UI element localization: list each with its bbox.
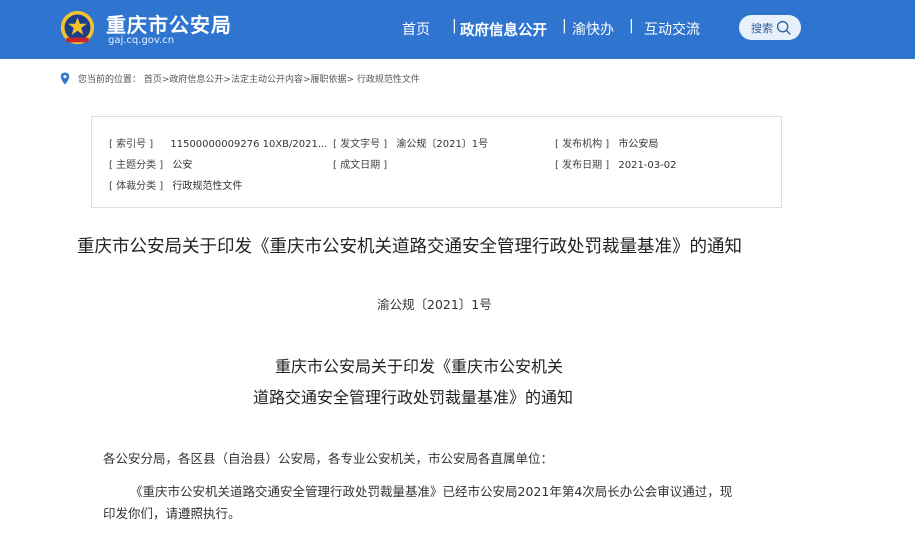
search-label: 搜索 xyxy=(751,21,773,35)
article-subtitle-line2: 道路交通安全管理行政处罚裁量基准》的通知 xyxy=(253,388,574,407)
doc-number-value: 渝公规〔2021〕1号 xyxy=(396,139,489,150)
index-number-value: 11500000009276 10XB/2021... xyxy=(170,139,328,150)
published-date-label: [ 发布日期 ] xyxy=(555,160,610,171)
nav-yukuaiban[interactable]: 渝快办 xyxy=(572,19,614,39)
article-addressee: 各公安分局，各区县（自治县）公安局，各专业公安机关，市公安局各直属单位： xyxy=(103,451,554,466)
published-date-value: 2021-03-02 xyxy=(618,160,677,171)
issuer-label: [ 发布机构 ] xyxy=(555,139,610,150)
police-emblem-icon[interactable] xyxy=(59,9,96,46)
genre: [ 体裁分类 ] 行政规范性文件 xyxy=(109,177,242,192)
topic-value: 公安 xyxy=(172,160,193,171)
doc-number: [ 发文字号 ] 渝公规〔2021〕1号 xyxy=(333,135,488,150)
created-date: [ 成文日期 ] xyxy=(333,156,393,171)
topic: [ 主题分类 ] 公安 xyxy=(109,156,192,171)
issuer-value: 市公安局 xyxy=(618,139,659,150)
topic-label: [ 主题分类 ] xyxy=(109,160,164,171)
article-subtitle-line1: 重庆市公安局关于印发《重庆市公安机关 xyxy=(275,357,564,376)
created-date-label: [ 成文日期 ] xyxy=(333,160,388,171)
breadcrumb-text[interactable]: 您当前的位置： 首页>政府信息公开>法定主动公开内容>履职依据> 行政规范性文件 xyxy=(78,72,420,85)
nav-home[interactable]: 首页 xyxy=(402,19,430,39)
nav-separator: | xyxy=(629,18,634,34)
site-domain: gaj.cq.gov.cn xyxy=(108,35,175,46)
search-button[interactable]: 搜索 xyxy=(739,15,801,40)
article-body-line2: 印发你们，请遵照执行。 xyxy=(103,506,241,521)
genre-value: 行政规范性文件 xyxy=(172,181,243,192)
location-pin-icon xyxy=(60,72,70,84)
published-date: [ 发布日期 ] 2021-03-02 xyxy=(555,156,676,171)
doc-number-label: [ 发文字号 ] xyxy=(333,139,388,150)
site-header: 重庆市公安局 gaj.cq.gov.cn 首页 | 政府信息公开 | 渝快办 |… xyxy=(0,0,915,59)
genre-label: [ 体裁分类 ] xyxy=(109,181,164,192)
document-info-box: [ 索引号 ] 11500000009276 10XB/2021... [ 发文… xyxy=(91,116,782,208)
issuer: [ 发布机构 ] 市公安局 xyxy=(555,135,658,150)
article-body-line1: 《重庆市公安机关道路交通安全管理行政处罚裁量基准》已经市公安局2021年第4次局… xyxy=(130,484,733,499)
index-number: [ 索引号 ] 11500000009276 10XB/2021... xyxy=(109,135,327,150)
index-number-label: [ 索引号 ] xyxy=(109,139,154,150)
site-name[interactable]: 重庆市公安局 xyxy=(106,9,232,38)
breadcrumb: 您当前的位置： 首页>政府信息公开>法定主动公开内容>履职依据> 行政规范性文件 xyxy=(60,70,420,86)
nav-separator: | xyxy=(562,18,567,34)
article-doc-number: 渝公规〔2021〕1号 xyxy=(377,297,492,312)
nav-interaction[interactable]: 互动交流 xyxy=(644,19,700,39)
article-title: 重庆市公安局关于印发《重庆市公安机关道路交通安全管理行政处罚裁量基准》的通知 xyxy=(77,237,742,257)
search-icon xyxy=(776,20,791,35)
nav-gov-info[interactable]: 政府信息公开 xyxy=(460,19,547,39)
nav-separator: | xyxy=(452,18,457,34)
